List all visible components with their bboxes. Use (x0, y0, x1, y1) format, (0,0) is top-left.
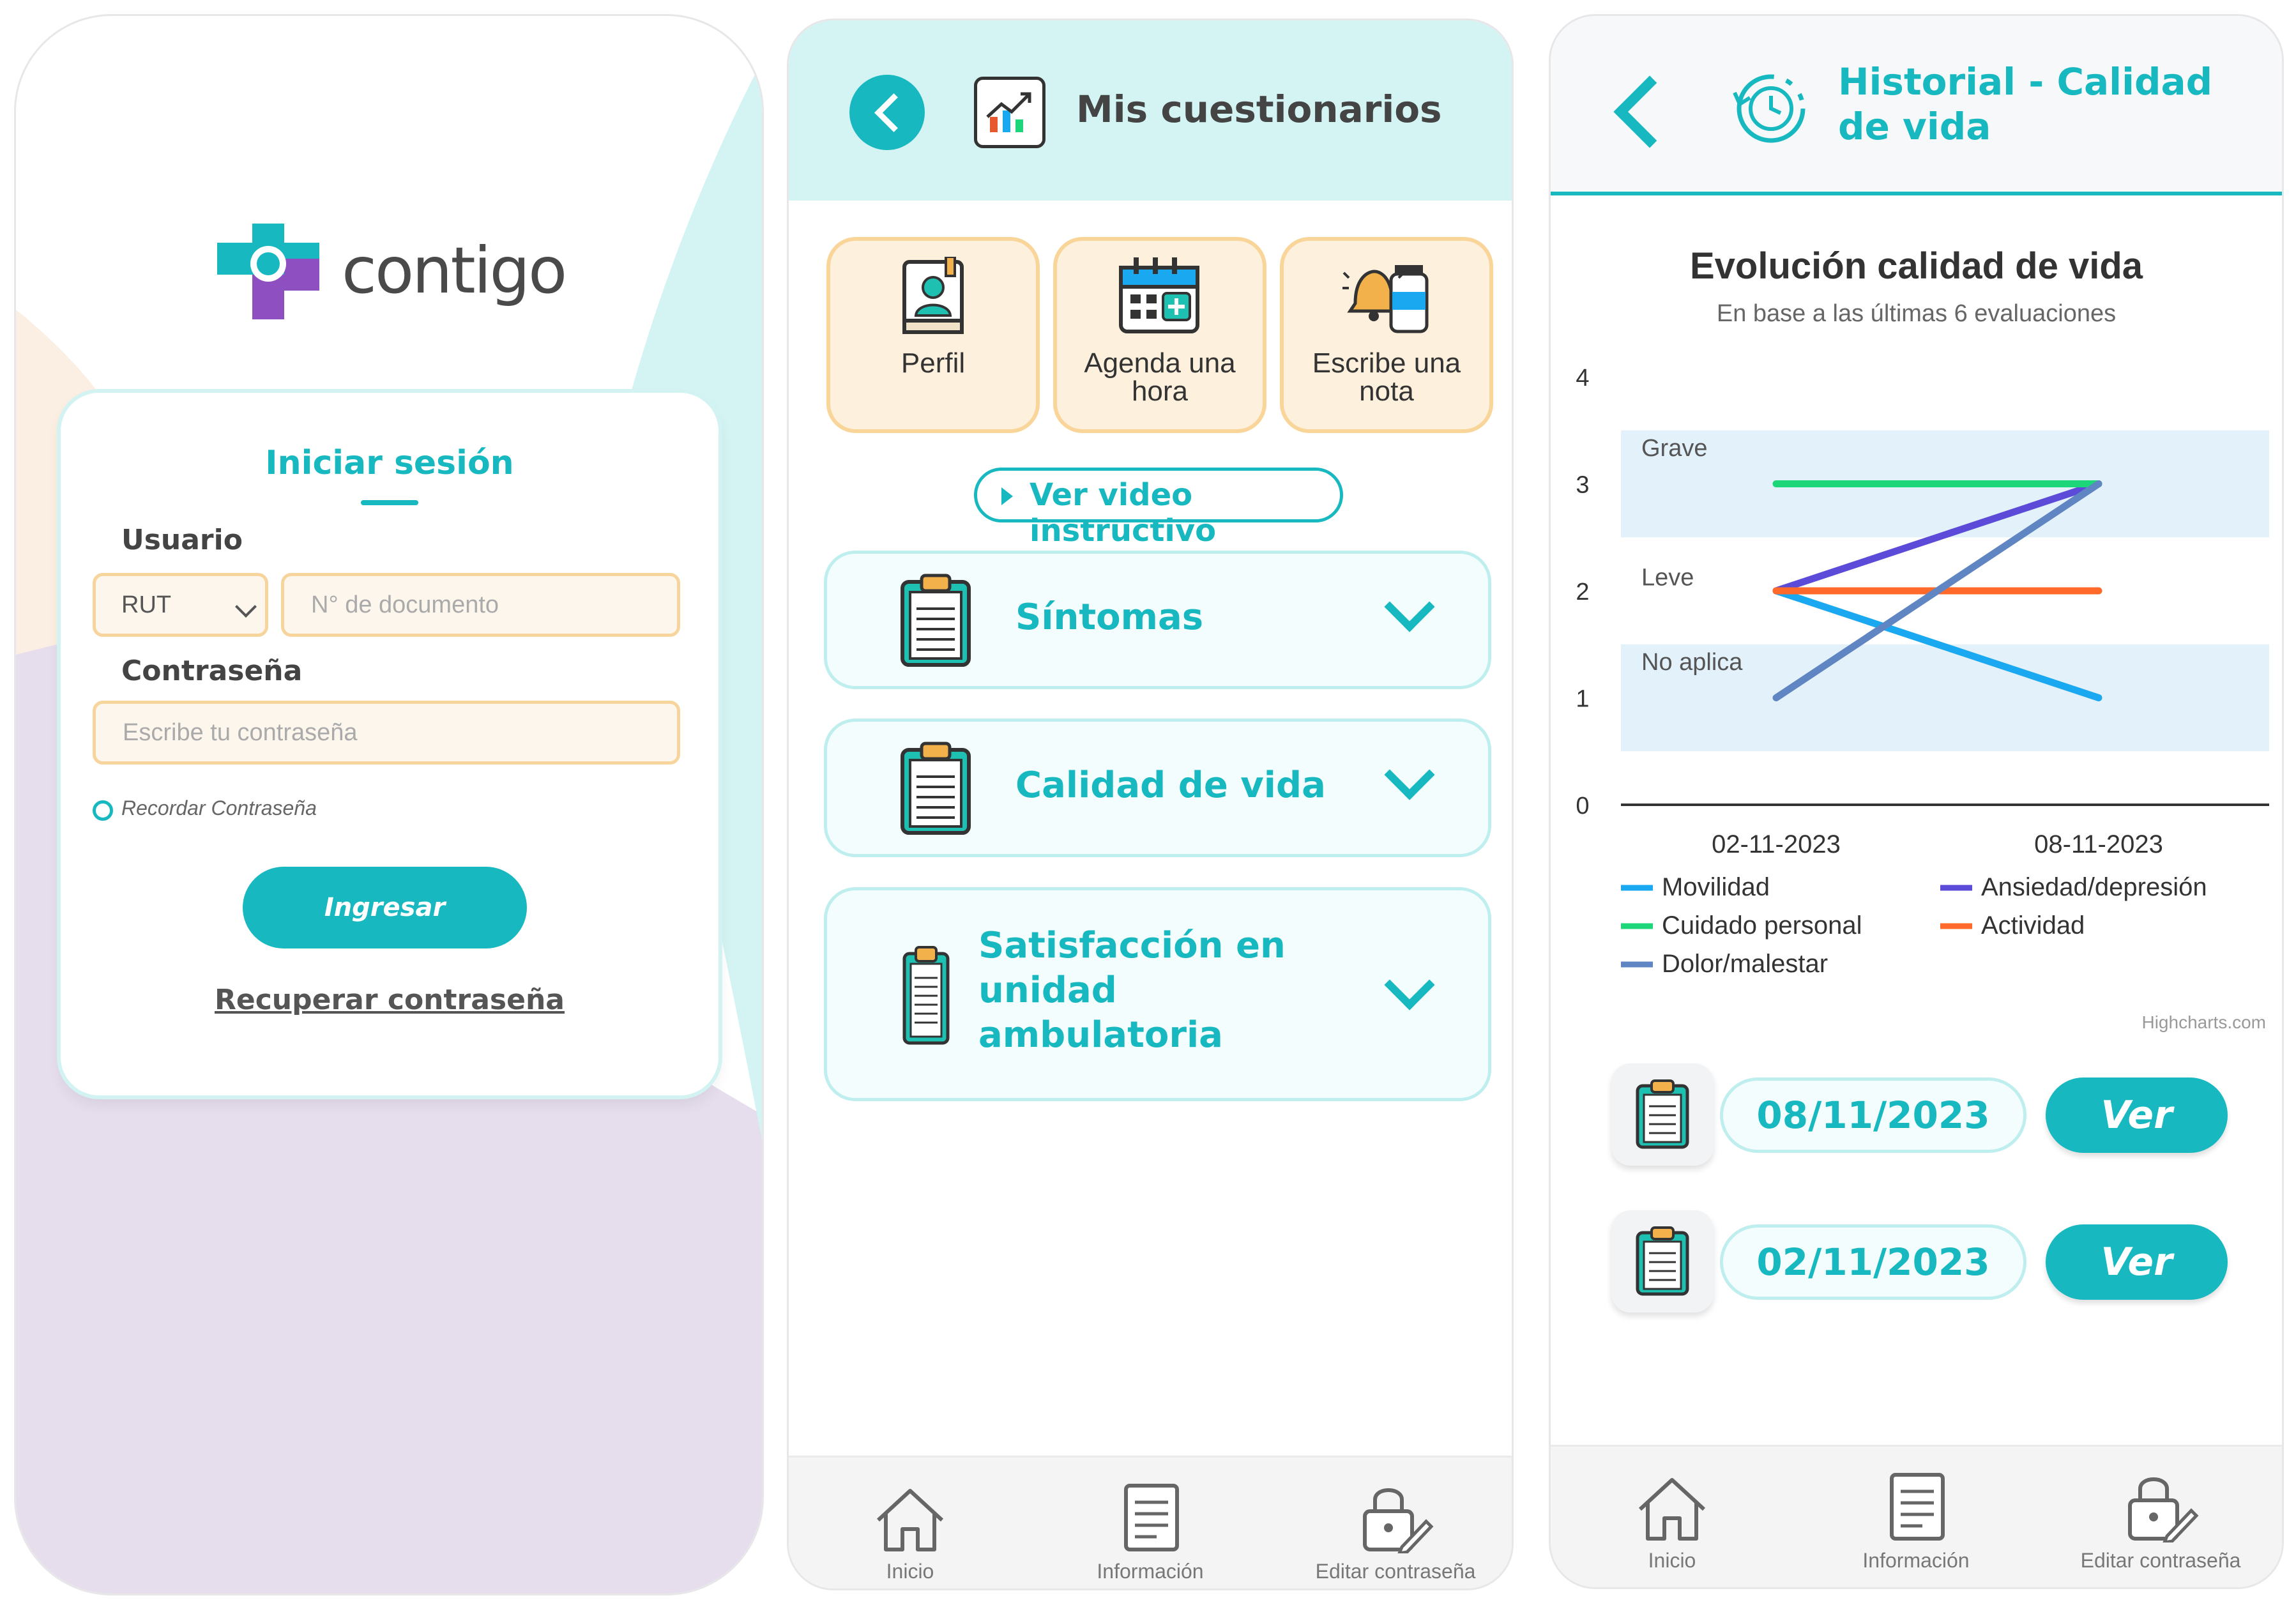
chevron-down-icon (1384, 959, 1435, 1010)
chart-report-icon (974, 77, 1045, 148)
tile-label: Escribe una nota (1312, 347, 1461, 407)
history-record: 02/11/2023 Ver (1611, 1210, 2228, 1319)
legend-label: Actividad (1981, 911, 2085, 940)
video-button-label: Ver video instructivo (1030, 477, 1217, 549)
nav-label: Editar contraseña (1315, 1560, 1476, 1583)
section-symptoms[interactable]: Síntomas (827, 554, 1488, 686)
lock-edit-icon (1363, 1488, 1434, 1553)
band-label: No aplica (1641, 649, 1743, 676)
doc-type-value: RUT (121, 591, 172, 618)
remember-radio[interactable] (93, 800, 113, 821)
clipboard-icon (901, 574, 971, 667)
contigo-logo: contigo (214, 208, 597, 348)
login-card: Iniciar sesión Usuario RUT N° de documen… (61, 393, 718, 1095)
login-title: Iniciar sesión (265, 444, 514, 482)
section-satisfaction[interactable]: Satisfacción en unidad ambulatoria (827, 890, 1488, 1098)
band-label: Leve (1641, 564, 1694, 591)
history-clock-icon (1733, 74, 1806, 143)
clipboard-icon (902, 946, 950, 1045)
legend-label: Cuidado personal (1662, 911, 1862, 940)
legend-label: Ansiedad/depresión (1981, 873, 2207, 901)
bottom-nav: Inicio Información Editar contraseña (1551, 1445, 2282, 1587)
tile-label: Agenda una hora (1084, 347, 1236, 407)
x-tick-label: 02-11-2023 (1712, 830, 1841, 858)
password-placeholder: Escribe tu contraseña (123, 719, 358, 746)
title-underline (361, 500, 418, 505)
record-date: 02/11/2023 (1720, 1224, 2026, 1300)
doc-type-select[interactable]: RUT (93, 573, 268, 637)
y-tick-label: 4 (1576, 365, 1589, 392)
x-tick-label: 08-11-2023 (2034, 830, 2163, 858)
home-icon (876, 1489, 944, 1551)
home-icon (1638, 1478, 1706, 1541)
brand-name: contigo (342, 233, 567, 308)
document-icon (1890, 1473, 1945, 1541)
play-icon (1001, 487, 1013, 505)
section-title: Satisfacción en unidad ambulatoria (978, 925, 1286, 1056)
nav-label: Editar contraseña (2080, 1549, 2241, 1572)
record-icon (1611, 1063, 1714, 1166)
bottom-nav: Inicio Información Editar contraseña (789, 1456, 1512, 1588)
nav-label: Información (1097, 1560, 1204, 1583)
clipboard-icon (901, 742, 971, 835)
history-screen: Historial - Calidad de vida Evolución ca… (1551, 16, 2282, 1587)
tile-label: Perfil (901, 347, 966, 379)
lock-edit-icon (2128, 1477, 2199, 1542)
header: Historial - Calidad de vida (1551, 16, 2282, 195)
record-date: 08/11/2023 (1720, 1078, 2026, 1153)
page-title: Mis cuestionarios (1076, 88, 1442, 131)
login-button[interactable]: Ingresar (243, 867, 527, 948)
questionnaires-screen: Mis cuestionarios Perfil Agenda una hora (789, 20, 1512, 1588)
history-record: 08/11/2023 Ver (1611, 1063, 2228, 1172)
profile-book-icon (902, 257, 964, 334)
y-tick-label: 3 (1576, 472, 1589, 499)
clipboard-icon (1636, 1226, 1689, 1296)
tile-profile[interactable]: Perfil (830, 241, 1036, 429)
record-icon (1611, 1210, 1714, 1313)
nav-label: Información (1862, 1549, 1970, 1572)
nav-label: Inicio (886, 1560, 934, 1583)
view-button[interactable]: Ver (2046, 1078, 2228, 1153)
bell-bottle-icon (1342, 265, 1429, 333)
document-input[interactable]: N° de documento (281, 573, 680, 637)
band-label: Grave (1641, 435, 1707, 462)
chart-title: Evolución calidad de vida (1689, 245, 2143, 287)
tile-schedule[interactable]: Agenda una hora (1057, 241, 1263, 429)
back-arrow-icon[interactable] (1613, 75, 1686, 148)
y-tick-label: 0 (1576, 793, 1589, 819)
password-input[interactable]: Escribe tu contraseña (93, 701, 680, 765)
remember-label: Recordar Contraseña (121, 796, 317, 819)
chevron-down-icon (235, 596, 257, 618)
user-label: Usuario (121, 524, 243, 556)
tile-note[interactable]: Escribe una nota (1284, 241, 1489, 429)
view-button[interactable]: Ver (2046, 1224, 2228, 1300)
section-title: Calidad de vida (1015, 765, 1326, 806)
page-title: Historial - Calidad de vida (1838, 60, 2213, 148)
chart-credit[interactable]: Highcharts.com (2141, 1012, 2266, 1033)
y-tick-label: 2 (1576, 579, 1589, 605)
clipboard-icon (1636, 1079, 1689, 1149)
chevron-down-icon (1384, 749, 1435, 800)
section-quality-of-life[interactable]: Calidad de vida (827, 722, 1488, 854)
document-placeholder: N° de documento (311, 591, 499, 618)
header: Mis cuestionarios (789, 20, 1512, 201)
nav-label: Inicio (1648, 1549, 1696, 1572)
legend-label: Movilidad (1662, 873, 1770, 901)
logo-cross-icon (217, 224, 319, 319)
section-title: Síntomas (1015, 597, 1204, 638)
y-tick-label: 1 (1576, 686, 1589, 713)
calendar-add-icon (1119, 257, 1199, 333)
legend-label: Dolor/malestar (1662, 950, 1828, 974)
video-tutorial-button[interactable]: Ver video instructivo (974, 468, 1343, 549)
document-icon (1124, 1484, 1179, 1551)
login-screen: contigo Iniciar sesión Usuario RUT N° de… (16, 16, 762, 1594)
recover-password-link[interactable]: Recuperar contraseña (61, 984, 718, 1016)
back-button[interactable] (849, 75, 925, 150)
chevron-down-icon (1384, 581, 1435, 632)
password-label: Contraseña (121, 655, 303, 687)
chart-subtitle: En base a las últimas 6 evaluaciones (1716, 300, 2117, 327)
quality-of-life-chart: Grave Leve No aplica 0 1 2 3 4 02-11-2023 08-11-2… (1576, 365, 2269, 974)
